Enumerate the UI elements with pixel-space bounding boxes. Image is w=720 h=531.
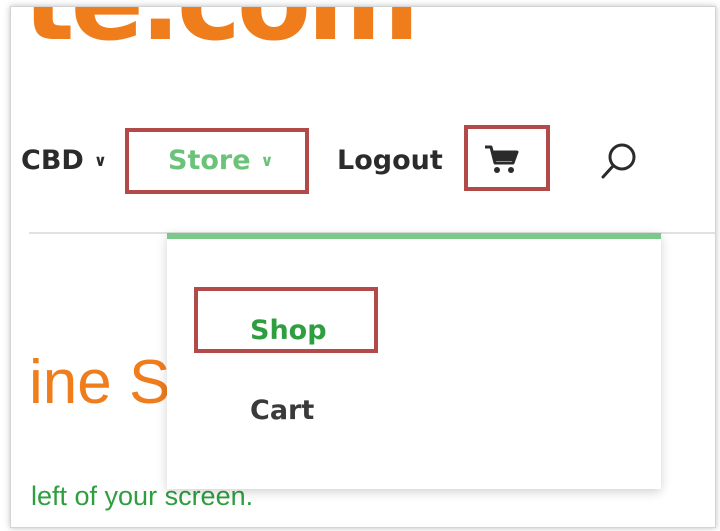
store-dropdown-menu: Shop Cart	[167, 233, 661, 489]
nav-item-cbd-label: CBD	[21, 145, 84, 176]
nav-item-store-label: Store	[168, 145, 251, 176]
hero-title: ine S	[29, 348, 171, 417]
nav-item-cbd[interactable]: CBD ∨	[21, 145, 107, 176]
chevron-down-icon: ∨	[260, 151, 274, 170]
browser-frame: te.com CBD∨ Store∨ Logout ine S left of …	[10, 6, 716, 528]
search-icon[interactable]	[599, 141, 639, 181]
nav-item-logout[interactable]: Logout	[337, 145, 443, 176]
site-logo[interactable]: te.com	[23, 7, 420, 57]
dropdown-item-cart[interactable]: Cart	[250, 395, 314, 426]
cart-icon[interactable]	[483, 143, 521, 177]
nav-item-store[interactable]: Store ∨	[168, 145, 274, 176]
main-nav: CBD ∨ Store ∨ Logout	[11, 117, 715, 207]
chevron-down-icon: ∨	[93, 151, 107, 170]
dropdown-item-shop[interactable]: Shop	[250, 315, 327, 346]
